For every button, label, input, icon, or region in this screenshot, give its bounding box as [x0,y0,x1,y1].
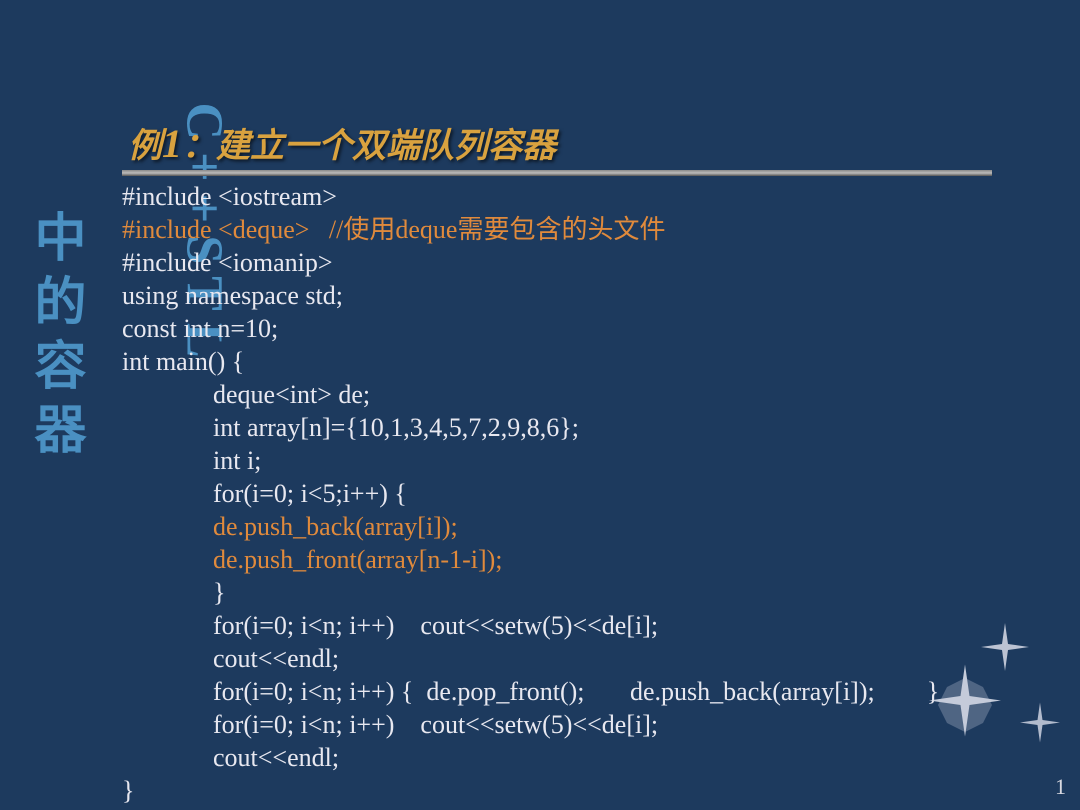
code-line: cout<<endl; [122,743,339,772]
code-line: for(i=0; i<n; i++) cout<<setw(5)<<de[i]; [122,710,658,739]
code-line: de.push_back(array[i]); [122,512,458,541]
heading-suffix: ：建立一个双端队列容器 [182,127,556,165]
code-line: } [122,578,225,607]
code-line: #include <iomanip> [122,248,333,277]
heading-prefix: 例 [128,127,162,165]
code-line: deque<int> de; [122,380,370,409]
code-block: #include <iostream> #include <deque> //使… [122,180,939,807]
code-line: for(i=0; i<5;i++) { [122,479,407,508]
code-line: for(i=0; i<n; i++) { de.pop_front(); de.… [122,677,939,706]
code-line: #include <iostream> [122,182,337,211]
code-line: int array[n]={10,1,3,4,5,7,2,9,8,6}; [122,413,579,442]
code-line: const int n=10; [122,314,278,343]
star-icon [1015,700,1065,750]
page-number: 1 [1055,774,1066,800]
star-icon [975,620,1035,680]
code-line: using namespace std; [122,281,343,310]
code-line: #include <deque> //使用deque需要包含的头文件 [122,215,665,244]
code-line: de.push_front(array[n-1-i]); [122,545,503,574]
code-line: int i; [122,446,261,475]
code-line: cout<<endl; [122,644,339,673]
example-heading: 例1：建立一个双端队列容器 [128,118,556,167]
heading-num: 1 [162,121,182,166]
sidebar-cjk: 中的容器 [26,210,83,466]
heading-divider [122,170,992,176]
code-line: } [122,776,134,805]
code-line: for(i=0; i<n; i++) cout<<setw(5)<<de[i]; [122,611,658,640]
code-line: int main() { [122,347,244,376]
